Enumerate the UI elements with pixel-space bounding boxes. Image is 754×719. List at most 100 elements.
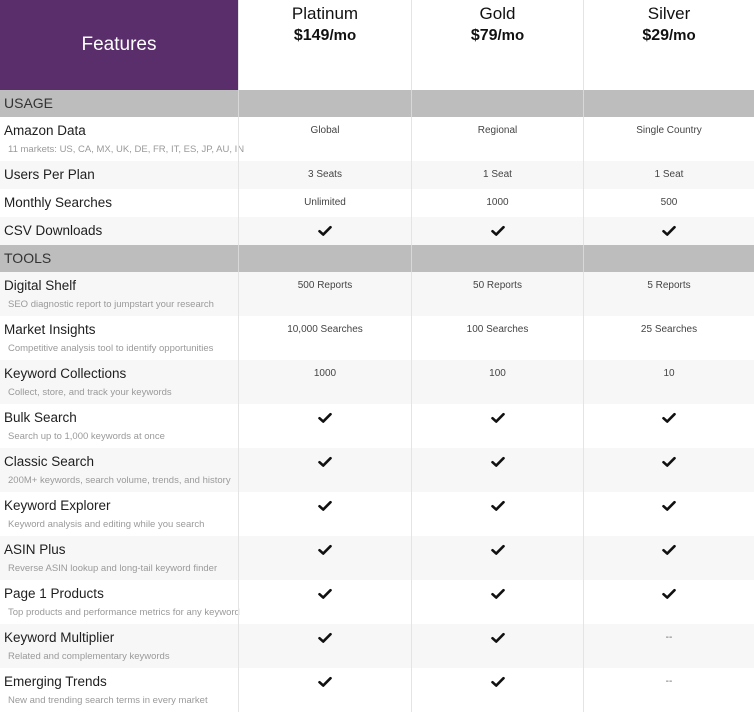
checkmark-icon [318,544,332,556]
section-cell [583,245,754,272]
table-body: USAGE Amazon Data 11 markets: US, CA, MX, … [0,90,754,712]
checkmark-icon [662,456,676,468]
table-row: Emerging Trends New and trending search t… [0,668,754,712]
feature-name: Bulk Search [4,410,77,425]
checkmark-icon [318,225,332,237]
price-amount: $29 [642,27,670,44]
table-row: Classic Search 200M+ keywords, search vol… [0,448,754,492]
price-period: /mo [329,27,357,44]
plan-price: $79/mo [412,24,583,48]
feature-cell: Market Insights Competitive analysis tool… [0,316,238,360]
value-cell-silver [583,404,754,448]
value-cell-platinum: Global [238,117,411,161]
feature-name: Amazon Data [4,123,86,138]
value-cell-platinum [238,492,411,536]
value-cell-silver: Single Country [583,117,754,161]
checkmark-icon [318,412,332,424]
checkmark-icon [662,500,676,512]
value-cell-platinum: 3 Seats [238,161,411,189]
plan-value: 10,000 Searches [287,324,363,335]
plan-value: Unlimited [304,197,346,208]
feature-description: Top products and performance metrics for… [8,607,240,618]
plan-name: Platinum [291,4,359,23]
table-row: Bulk Search Search up to 1,000 keywords a… [0,404,754,448]
feature-name: Market Insights [4,322,96,337]
feature-cell: Keyword Explorer Keyword analysis and edi… [0,492,238,536]
value-cell-silver: 1 Seat [583,161,754,189]
checkmark-icon [662,412,676,424]
value-cell-platinum [238,217,411,245]
feature-cell: Keyword Collections Collect, store, and t… [0,360,238,404]
checkmark-icon [490,412,505,424]
pricing-comparison-table: Features Platinum $149/mo Gold $79/mo Si… [0,0,754,712]
value-cell-platinum: Unlimited [238,189,411,217]
plan-value: 50 Reports [473,280,522,291]
value-cell-platinum [238,624,411,668]
feature-name: Keyword Explorer [4,498,111,513]
feature-name: Digital Shelf [4,278,77,293]
value-cell-gold [411,536,583,580]
section-title: TOOLS [4,250,52,266]
value-cell-platinum [238,580,411,624]
plan-name: Silver [647,4,691,23]
price-period: /mo [497,27,525,44]
feature-description: Competitive analysis tool to identify op… [8,343,214,354]
feature-cell: Page 1 Products Top products and performa… [0,580,240,624]
checkmark-icon [490,588,505,600]
plan-value: 1 Seat [483,169,512,180]
value-cell-gold: 100 [411,360,583,404]
feature-description: SEO diagnostic report to jumpstart your … [8,299,214,310]
checkmark-icon [490,632,505,644]
table-row: Digital Shelf SEO diagnostic report to ju… [0,272,754,316]
checkmark-icon [662,225,676,237]
checkmark-icon [318,632,332,644]
feature-description: 200M+ keywords, search volume, trends, a… [8,475,231,486]
plan-value: 25 Searches [640,324,698,335]
feature-name: ASIN Plus [4,542,66,557]
feature-description: 11 markets: US, CA, MX, UK, DE, FR, IT, … [8,144,245,155]
section-header-usage: USAGE [0,90,754,117]
value-cell-platinum: 1000 [238,360,411,404]
plan-value: 500 [660,197,678,208]
price-period: /mo [669,27,696,44]
value-cell-gold [411,492,583,536]
value-cell-platinum [238,536,411,580]
plan-value: 3 Seats [308,169,342,180]
value-cell-gold [411,448,583,492]
plan-gold-header: Gold $79/mo [411,0,583,90]
value-cell-silver [583,448,754,492]
section-title: USAGE [4,95,54,111]
feature-description: Related and complementary keywords [8,651,170,662]
not-included-dash: -- [665,676,673,687]
plan-value: Global [310,125,340,136]
features-header: Features [0,0,238,90]
plan-price: $149/mo [239,24,411,48]
table-row: Market Insights Competitive analysis tool… [0,316,754,360]
feature-description: New and trending search terms in every m… [8,695,208,706]
feature-name: Classic Search [4,454,95,469]
plan-value: 5 Reports [647,280,691,291]
table-header: Features Platinum $149/mo Gold $79/mo Si… [0,0,754,90]
feature-cell: Monthly Searches [0,189,238,217]
table-row: CSV Downloads [0,217,754,245]
value-cell-silver [583,580,754,624]
value-cell-silver: 25 Searches [583,316,754,360]
feature-cell: Users Per Plan [0,161,238,189]
table-row: Keyword Explorer Keyword analysis and edi… [0,492,754,536]
table-row: Amazon Data 11 markets: US, CA, MX, UK, D… [0,117,754,161]
checkmark-icon [318,456,332,468]
feature-cell: Keyword Multiplier Related and complement… [0,624,238,668]
feature-description: Search up to 1,000 keywords at once [8,431,165,442]
table-row: Page 1 Products Top products and performa… [0,580,754,624]
section-cell [411,90,583,117]
table-row: Keyword Multiplier Related and complement… [0,624,754,668]
value-cell-gold: 1 Seat [411,161,583,189]
checkmark-icon [490,676,505,688]
price-amount: $79 [470,27,498,44]
section-cell [238,245,411,272]
value-cell-silver: 10 [583,360,754,404]
value-cell-platinum [238,448,411,492]
feature-description: Collect, store, and track your keywords [8,387,172,398]
checkmark-icon [318,588,332,600]
feature-cell: Bulk Search Search up to 1,000 keywords a… [0,404,238,448]
